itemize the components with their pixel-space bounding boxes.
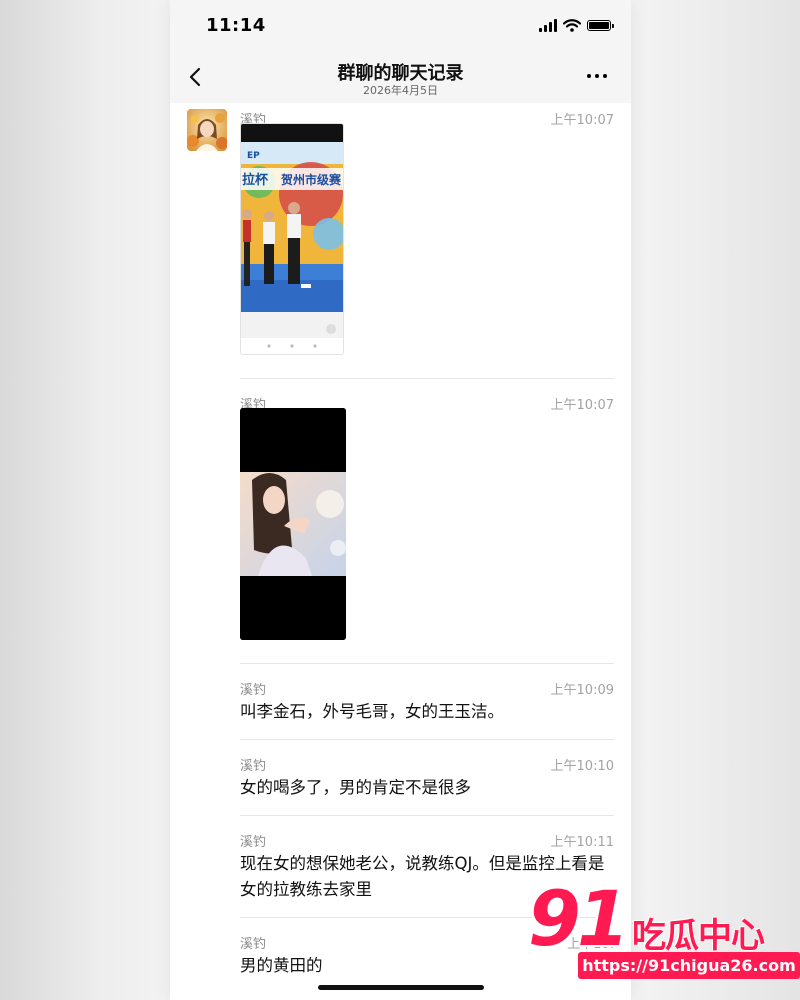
image-message[interactable] (240, 408, 346, 640)
message-time: 上午10:07 (550, 398, 614, 413)
message-time: 上午10:10 (550, 759, 614, 774)
chat-date: 2026年4月5日 (363, 84, 438, 97)
image-message[interactable]: EP 拉杯 贺州市级赛 (240, 123, 344, 355)
more-button[interactable] (587, 66, 611, 86)
message-divider (240, 815, 614, 816)
message-divider (240, 663, 614, 664)
watermark-url: https://91chigua26.com (578, 952, 800, 979)
status-icons (539, 19, 614, 32)
sender-name: 溪钓 (240, 835, 267, 850)
image-banner-text-2: 贺州市级赛 (280, 172, 342, 187)
message-time: 上午10:07 (550, 113, 614, 128)
message-item: 溪钓 上午10:09 叫李金石，外号毛哥，女的王玉洁。 (240, 679, 614, 729)
watermark-logo: 91 吃瓜中心 https://91chigua26.com (528, 874, 800, 988)
message-time: 上午10:09 (550, 683, 614, 698)
cellular-signal-icon (539, 19, 557, 32)
message-time: 上午10:11 (550, 835, 614, 850)
svg-text:EP: EP (247, 151, 260, 161)
image-banner-text-1: 拉杯 (242, 172, 269, 188)
top-bar: 11:14 群聊的聊天记录 2026年4月5日 (170, 0, 631, 103)
status-time: 11:14 (206, 15, 266, 36)
watermark-number: 91 (528, 874, 630, 963)
phone-screen: 11:14 群聊的聊天记录 2026年4月5日 溪钓 上午10:07 EP 拉杯… (170, 0, 631, 1000)
sender-name: 溪钓 (240, 937, 267, 952)
message-item: 溪钓 上午10:07 (240, 394, 614, 656)
wifi-icon (563, 19, 581, 32)
battery-icon (587, 20, 614, 31)
ellipsis-icon (587, 74, 591, 78)
watermark-name: 吃瓜中心 (632, 916, 765, 956)
message-text: 女的喝多了，男的肯定不是很多 (240, 778, 471, 797)
home-indicator (318, 985, 484, 990)
message-item: 溪钓 上午10:07 EP 拉杯 贺州市级赛 (240, 109, 614, 371)
sender-name: 溪钓 (240, 683, 267, 698)
avatar[interactable] (187, 109, 227, 151)
sender-name: 溪钓 (240, 759, 267, 774)
message-divider (240, 378, 614, 379)
message-item: 溪钓 上午10:10 女的喝多了，男的肯定不是很多 (240, 755, 614, 805)
message-text: 叫李金石，外号毛哥，女的王玉洁。 (240, 702, 504, 721)
message-divider (240, 739, 614, 740)
